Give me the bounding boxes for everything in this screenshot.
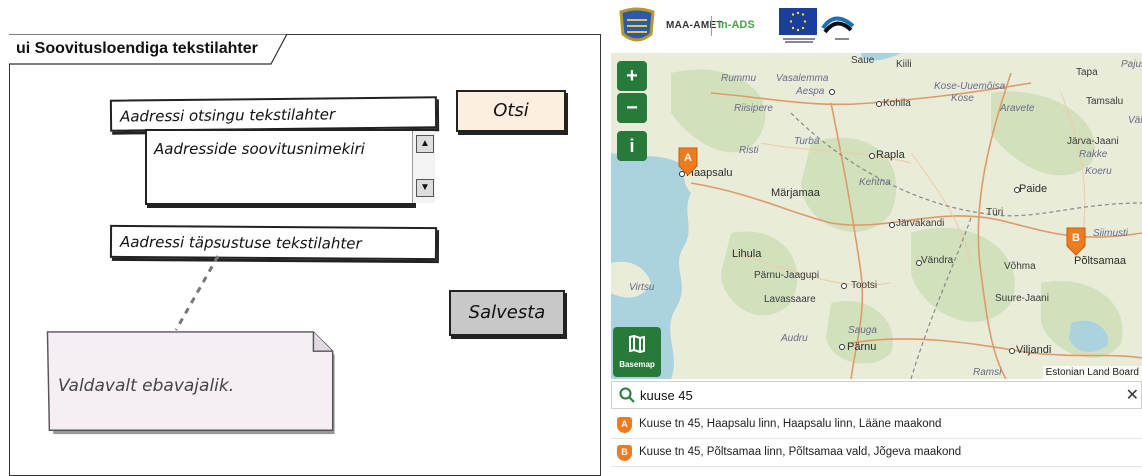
scroll-up-icon[interactable]: ▲ [416, 135, 434, 153]
map-place-label: Sauga [848, 325, 877, 336]
eu-fund-caption-graphic [779, 37, 819, 44]
town-dot [869, 153, 875, 159]
search-result-item[interactable]: A Kuuse tn 45, Haapsalu linn, Haapsalu l… [611, 412, 1142, 439]
map-place-label: Tamsalu [1086, 96, 1124, 107]
svg-text:A: A [684, 152, 692, 164]
marker-b-icon[interactable]: B [1065, 226, 1087, 256]
map-place-label: Pärnu-Jaagupi [754, 270, 820, 281]
map-place-label: Pajusti [1121, 59, 1142, 70]
town-dot [876, 101, 882, 107]
map-place-label: Vändra [921, 255, 954, 266]
town-dot [829, 89, 835, 95]
map-place-label: Kose-Uuemõisa [934, 81, 1006, 92]
map-place-label: Võhma [1004, 261, 1036, 272]
map-place-label: Rapla [876, 149, 905, 161]
address-search-input[interactable]: Aadressi otsingu tekstilahter [109, 96, 438, 132]
map-place-label: Lavassaare [764, 294, 816, 305]
basemap-label: Basemap [619, 360, 655, 369]
suggestion-list-label: Aadresside soovitusnimekiri [154, 140, 365, 158]
map-place-label: Järvakandi [896, 218, 945, 229]
note-text: Valdavalt ebavajalik. [58, 376, 235, 396]
suggestion-scrollbar[interactable]: ▲ ▼ [412, 131, 435, 203]
map-place-label: Tootsi [851, 280, 878, 291]
map-place-label: Virtsu [629, 282, 655, 293]
map-place-label: Tapa [1076, 67, 1098, 78]
town-dot [889, 222, 895, 228]
svg-text:B: B [1072, 232, 1080, 244]
map-place-label: Paide [1019, 183, 1048, 195]
map-place-label: Turba [794, 136, 820, 147]
map-place-label: Türi [986, 207, 1004, 218]
result-badge-a: A [617, 417, 632, 433]
map-place-label: Koeru [1085, 166, 1112, 177]
map-place-label: Suure-Jaani [995, 293, 1049, 304]
scroll-down-icon[interactable]: ▼ [416, 179, 434, 197]
town-dot [839, 344, 845, 350]
map-place-label: Väike [1128, 115, 1142, 126]
address-detail-input[interactable]: Aadressi täpsustuse tekstilahter [109, 224, 438, 261]
map-place-label: Audru [781, 333, 808, 344]
town-dot [916, 260, 922, 266]
map-place-label: Lihula [732, 248, 762, 260]
mockup-title: ui Soovitusloendiga tekstilahter [16, 40, 258, 57]
map-place-label: Risti [739, 145, 759, 156]
map-place-label: Viljandi [1016, 344, 1052, 356]
map-place-label: Pärnu [847, 341, 877, 353]
map-place-label: Siimusti [1093, 228, 1129, 239]
address-suggestion-list[interactable]: Aadresside soovitusnimekiri [145, 129, 414, 205]
town-dot [1009, 348, 1015, 354]
app-header: MAA-AMET In-ADS [611, 0, 1142, 52]
map-place-label: Järva-Jaani [1067, 136, 1119, 147]
map-place-label: Saue [851, 55, 875, 66]
map-place-label: Vasalemma [776, 73, 829, 84]
save-button-label: Salvesta [468, 302, 546, 323]
address-search-input-label: Aadressi otsingu tekstilahter [119, 105, 336, 126]
map-place-label: Aravete [1000, 103, 1035, 114]
town-dot [1014, 187, 1020, 193]
zoom-out-button[interactable]: − [617, 93, 647, 123]
map-place-label: Kiili [896, 59, 912, 70]
save-button[interactable]: Salvesta [449, 290, 565, 336]
marker-a-icon[interactable]: A [677, 146, 699, 176]
product-name: In-ADS [718, 19, 755, 31]
search-icon [619, 387, 635, 403]
basemap-button[interactable]: Basemap [613, 327, 661, 377]
map-place-label: Rummu [721, 73, 757, 84]
result-text: Kuuse tn 45, Põltsamaa linn, Põltsamaa v… [639, 446, 962, 458]
town-dot [841, 283, 847, 289]
map-attribution: Estonian Land Board [1042, 366, 1142, 379]
map-place-label: Rakke [1079, 149, 1108, 160]
result-text: Kuuse tn 45, Haapsalu linn, Haapsalu lin… [639, 418, 942, 430]
map-place-label: Ramsi [973, 367, 1002, 378]
address-search-bar[interactable]: kuuse 45 ✕ [611, 381, 1142, 409]
map-place-label: Märjamaa [771, 187, 820, 199]
wireframe-mockup: ui Soovitusloendiga tekstilahter Aadress… [0, 0, 604, 476]
info-button[interactable]: i [617, 131, 647, 161]
header-separator [711, 16, 712, 36]
map-place-label: Riisipere [734, 103, 773, 114]
map-place-label: Kohila [883, 98, 911, 109]
map-canvas[interactable]: Rummu Vasalemma Aespa Saue Kiili Kose-Uu… [611, 53, 1142, 379]
map-place-label: Põltsamaa [1074, 255, 1126, 267]
estonia-logo-icon [821, 16, 855, 34]
map-icon [629, 335, 645, 353]
zoom-in-button[interactable]: + [617, 61, 647, 91]
estonia-caption-graphic [833, 37, 851, 41]
search-input-value[interactable]: kuuse 45 [640, 388, 693, 403]
map-place-label: Aespa [796, 86, 825, 97]
search-button-label: Otsi [493, 100, 529, 121]
map-application: MAA-AMET In-ADS Rummu Vasalemma Aespa Sa… [611, 0, 1142, 467]
search-button[interactable]: Otsi [456, 90, 566, 132]
map-place-label: Kose [951, 93, 974, 104]
clear-search-icon[interactable]: ✕ [1126, 385, 1139, 405]
search-result-item[interactable]: B Kuuse tn 45, Põltsamaa linn, Põltsamaa… [611, 440, 1142, 467]
map-place-label: Kehtna [859, 177, 891, 188]
note-connector-line [174, 255, 220, 331]
brand-name: MAA-AMET [666, 20, 723, 31]
eu-flag-icon [779, 8, 817, 35]
address-detail-input-label: Aadressi täpsustuse tekstilahter [119, 232, 362, 253]
coat-of-arms-icon [619, 7, 655, 42]
result-badge-b: B [617, 445, 632, 461]
